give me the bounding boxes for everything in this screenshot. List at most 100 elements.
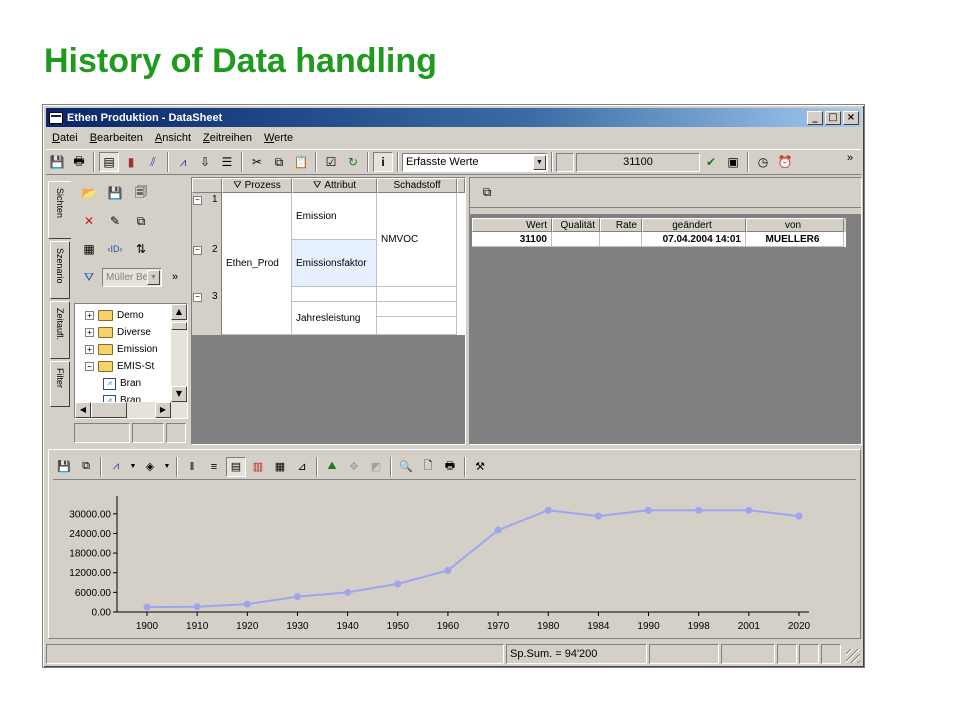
chevron-down-icon[interactable]: ▼	[533, 154, 546, 170]
cell-prozess[interactable]: Ethen_Prod	[222, 193, 292, 335]
column-header-qualitaet[interactable]: Qualität	[552, 218, 600, 232]
scroll-left-icon[interactable]: ◀	[75, 402, 91, 418]
print-icon[interactable]: 🖶	[69, 152, 89, 172]
filter-icon[interactable]: ⛛	[233, 180, 241, 191]
filter-icon[interactable]: ⛛	[79, 267, 99, 287]
horizontal-scrollbar[interactable]: ◀ ▶	[75, 402, 187, 418]
scroll-up-icon[interactable]: ▲	[171, 304, 187, 320]
column-header-wert[interactable]: Wert	[472, 218, 552, 232]
menu-datei[interactable]: Datei	[46, 132, 84, 144]
tree-item[interactable]: + Demo	[77, 307, 170, 324]
calculator-icon[interactable]: ▦	[79, 239, 99, 259]
tab-zeitaufl[interactable]: Zeitaufl.	[50, 301, 70, 359]
cut-icon[interactable]: ✂	[247, 152, 267, 172]
scroll-right-icon[interactable]: ▶	[155, 402, 171, 418]
minimize-button[interactable]: _	[807, 110, 823, 125]
column-header-attribut[interactable]: ⛛ Attribut	[292, 178, 377, 193]
scroll-thumb[interactable]	[171, 322, 187, 330]
expand-icon[interactable]: +	[85, 345, 94, 354]
save-all-icon[interactable]: 🗐	[131, 183, 151, 203]
line-chart-icon[interactable]: ⩘	[173, 152, 193, 172]
cell-schadstoff-blank[interactable]	[377, 287, 457, 302]
copy-icon[interactable]: ⧉	[477, 183, 497, 203]
column-header-schadstoff[interactable]: Schadstoff	[377, 178, 457, 193]
chart-edit-icon[interactable]: ⫽	[143, 152, 163, 172]
properties-icon[interactable]: ☑	[321, 152, 341, 172]
scroll-down-icon[interactable]: ▼	[171, 386, 187, 402]
tree-item[interactable]: − EMIS-St	[77, 358, 170, 375]
print-icon[interactable]: 🖶	[440, 457, 460, 477]
title-bar[interactable]: Ethen Produktion - DataSheet _ □ ×	[46, 108, 861, 127]
menu-bearbeiten[interactable]: Bearbeiten	[84, 132, 149, 144]
axis-icon[interactable]: ⊿	[292, 457, 312, 477]
grid-row-2[interactable]: − 2	[192, 240, 221, 287]
clock-icon[interactable]: ◷	[753, 152, 773, 172]
save-icon[interactable]: 💾	[47, 152, 67, 172]
save-icon[interactable]: 💾	[54, 457, 74, 477]
fill-color-icon[interactable]: ◈	[140, 457, 160, 477]
copy-view-icon[interactable]: ⧉	[131, 211, 151, 231]
grid-row-1[interactable]: − 1	[192, 193, 221, 240]
overflow-chevron-icon[interactable]: »	[840, 152, 860, 172]
maximize-button[interactable]: □	[825, 110, 841, 125]
import-icon[interactable]: ⇩	[195, 152, 215, 172]
cell-schadstoff-blank[interactable]	[377, 317, 457, 335]
3d-view-icon[interactable]: ⛰	[322, 457, 342, 477]
bar-chart-icon[interactable]: ▮	[121, 152, 141, 172]
value-type-select[interactable]: Erfasste Werte ▼	[402, 152, 548, 172]
collapse-row-icon[interactable]: −	[193, 196, 202, 205]
overflow-chevron-icon[interactable]: »	[165, 267, 185, 287]
print-preview-icon[interactable]: 🗋	[418, 457, 438, 477]
info-icon[interactable]: i	[373, 152, 393, 172]
save-icon[interactable]: 💾	[105, 183, 125, 203]
tab-sichten[interactable]: Sichten	[48, 181, 71, 239]
legend-icon[interactable]: ▥	[248, 457, 268, 477]
menu-ansicht[interactable]: Ansicht	[149, 132, 197, 144]
chevron-down-icon[interactable]: ▼	[162, 457, 172, 477]
hscroll-thumb[interactable]	[91, 402, 127, 418]
delete-icon[interactable]: ✕	[79, 211, 99, 231]
vertical-grid-icon[interactable]: ‖	[182, 457, 202, 477]
tree-item[interactable]: + Emission	[77, 341, 170, 358]
collapse-row-icon[interactable]: −	[193, 246, 202, 255]
copy-icon[interactable]: ⧉	[76, 457, 96, 477]
cell-attribut-emission[interactable]: Emission	[292, 193, 377, 240]
tree-item[interactable]: + Diverse	[77, 324, 170, 341]
menu-werte[interactable]: Werte	[258, 132, 299, 144]
chart-type-icon[interactable]: ⩘	[106, 457, 126, 477]
hammer-icon[interactable]: ⚒	[470, 457, 490, 477]
id-icon[interactable]: ‹ID›	[105, 239, 125, 259]
expand-icon[interactable]: +	[85, 311, 94, 320]
column-header-von[interactable]: von	[746, 218, 844, 232]
filter-icon[interactable]: ⛛	[313, 180, 321, 191]
zoom-icon[interactable]: 🔍	[396, 457, 416, 477]
tab-filter[interactable]: Filter	[50, 361, 70, 407]
filter-select[interactable]: Müller Be ▼	[102, 267, 162, 287]
alarm-icon[interactable]: ⏰	[775, 152, 795, 172]
cell-attribut-blank[interactable]	[292, 287, 377, 302]
column-header-rate[interactable]: Rate	[600, 218, 642, 232]
tree-item[interactable]: ⩘ Bran	[77, 375, 170, 392]
table-view-icon[interactable]: ▤	[99, 152, 119, 172]
paste-icon[interactable]: 📋	[291, 152, 311, 172]
cell-attribut-jahresleistung[interactable]: Jahresleistung	[292, 302, 377, 335]
resize-grip[interactable]	[846, 649, 860, 663]
table-row[interactable]: 31100 07.04.2004 14:01 MUELLER6	[472, 232, 846, 247]
grid-row-3[interactable]: − 3	[192, 287, 221, 335]
cell-schadstoff-blank[interactable]	[377, 302, 457, 317]
data-table-icon[interactable]: ▤	[226, 456, 246, 477]
column-header-geaendert[interactable]: geändert	[642, 218, 746, 232]
list-icon[interactable]: ☰	[217, 152, 237, 172]
refresh-icon[interactable]: ↻	[343, 152, 363, 172]
menu-zeitreihen[interactable]: Zeitreihen	[197, 132, 258, 144]
accept-icon[interactable]: ✔	[701, 152, 721, 172]
copy-icon[interactable]: ⧉	[269, 152, 289, 172]
vertical-scrollbar[interactable]: ▲ ▼	[171, 304, 187, 402]
open-folder-icon[interactable]: 📂	[79, 183, 99, 203]
rotate-icon[interactable]: ✥	[344, 457, 364, 477]
cell-attribut-emissionsfaktor[interactable]: Emissionsfaktor	[292, 240, 377, 287]
grid-icon[interactable]: ▦	[270, 457, 290, 477]
collapse-icon[interactable]: −	[85, 362, 94, 371]
close-button[interactable]: ×	[843, 110, 859, 125]
sort-icon[interactable]: ⇅	[131, 239, 151, 259]
